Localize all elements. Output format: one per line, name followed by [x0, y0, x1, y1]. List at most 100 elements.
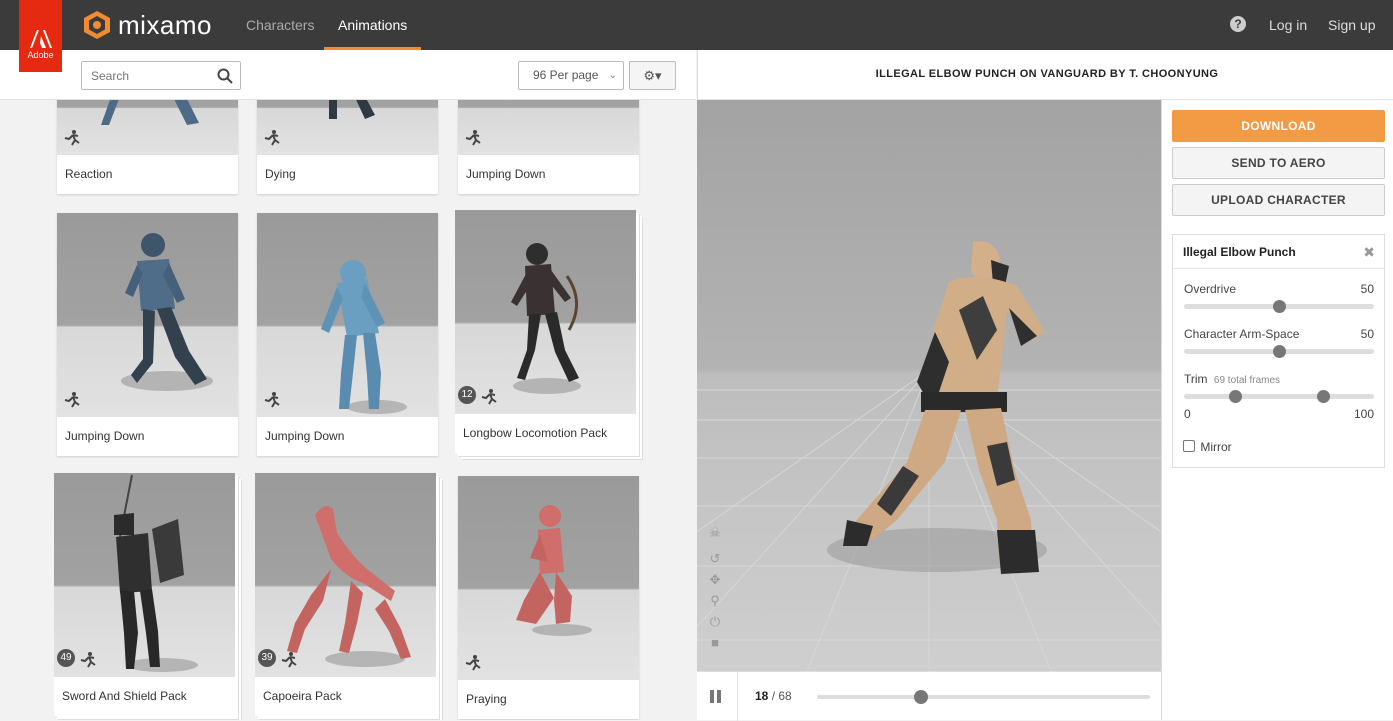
frame-counter: 18 / 68 — [755, 689, 792, 703]
mirror-checkbox[interactable] — [1183, 440, 1195, 452]
animation-pack-card[interactable]: 12 Longbow Locomotion Pack — [455, 210, 636, 453]
animation-card[interactable]: Jumping Down — [257, 213, 438, 456]
overdrive-row: Overdrive 50 — [1184, 282, 1374, 296]
top-bar: mixamo Characters Animations ? Log in Si… — [0, 0, 1393, 50]
download-button[interactable]: DOWNLOAD — [1172, 110, 1385, 142]
armspace-value: 50 — [1360, 327, 1374, 341]
settings-dropdown-button[interactable]: ⚙▾ — [629, 61, 676, 90]
preview-viewport[interactable]: ☠ ↺ ✥ ⚲ ⏻ ■ — [697, 100, 1161, 671]
pack-count-badge: 39 — [258, 649, 276, 667]
viewer-header: ILLEGAL ELBOW PUNCH ON VANGUARD BY T. CH… — [697, 50, 1393, 100]
animation-name: Jumping Down — [265, 429, 345, 443]
adobe-logo[interactable]: Adobe — [19, 0, 62, 72]
character-figure — [321, 260, 407, 414]
camera-icon[interactable]: ■ — [707, 635, 723, 651]
trim-end-handle[interactable] — [1316, 390, 1330, 403]
character-figure — [458, 100, 639, 155]
trim-slider[interactable] — [1184, 390, 1374, 403]
help-icon[interactable]: ? — [1230, 16, 1246, 32]
trim-high-label: 100 — [1353, 407, 1374, 421]
animation-name: Longbow Locomotion Pack — [463, 426, 608, 440]
brand-name: mixamo — [118, 9, 213, 40]
browse-toolbar: 96 Per page ⌄ ⚙▾ — [0, 50, 696, 100]
animation-grid: Reaction Dying Jumping Down Jumping Down… — [0, 100, 696, 720]
overdrive-slider-handle[interactable] — [1273, 300, 1286, 313]
animation-thumbnail — [57, 213, 238, 417]
divider — [737, 672, 738, 721]
search-icon[interactable] — [217, 68, 233, 84]
upload-character-button[interactable]: UPLOAD CHARACTER — [1172, 184, 1385, 216]
animation-thumbnail: 49 — [54, 473, 235, 677]
character-figure — [511, 243, 581, 394]
timeline-scrubber[interactable] — [913, 690, 928, 704]
search-input[interactable] — [82, 62, 212, 89]
close-icon[interactable]: ✖ — [1363, 244, 1375, 261]
running-figure-icon — [481, 389, 497, 405]
animation-pack-card[interactable]: 49 Sword And Shield Pack — [54, 473, 235, 716]
character-figure — [101, 100, 199, 125]
rotate-icon[interactable]: ↺ — [707, 551, 723, 567]
animation-name: Jumping Down — [65, 429, 145, 443]
animation-thumbnail: 39 — [255, 473, 436, 677]
current-frame: 18 — [755, 689, 769, 703]
pack-count-badge: 49 — [57, 649, 75, 667]
armspace-slider[interactable] — [1184, 345, 1374, 358]
signup-link[interactable]: Sign up — [1328, 17, 1375, 33]
animation-name: Praying — [466, 692, 507, 706]
per-page-select[interactable]: 96 Per page ⌄ — [518, 61, 624, 90]
trim-row: Trim 69 total frames — [1184, 372, 1374, 386]
animation-card[interactable]: Reaction — [57, 100, 238, 194]
character-figure — [516, 505, 592, 636]
timeline-track[interactable] — [817, 690, 1150, 704]
animation-name: Capoeira Pack — [263, 689, 342, 703]
animation-title: ILLEGAL ELBOW PUNCH ON VANGUARD BY T. CH… — [875, 68, 1219, 80]
overdrive-label: Overdrive — [1184, 282, 1237, 296]
animation-name: Jumping Down — [466, 167, 546, 181]
mixamo-hex-icon — [84, 11, 110, 39]
animation-card[interactable]: Jumping Down — [57, 213, 238, 456]
animation-name: Sword And Shield Pack — [62, 689, 187, 703]
login-link[interactable]: Log in — [1269, 17, 1307, 33]
animation-name: Dying — [265, 167, 296, 181]
animation-pack-card[interactable]: 39 Capoeira Pack — [255, 473, 436, 716]
running-figure-icon — [264, 392, 280, 408]
settings-title: Illegal Elbow Punch — [1173, 235, 1384, 269]
mirror-label: Mirror — [1200, 440, 1232, 454]
overdrive-value: 50 — [1360, 282, 1374, 296]
running-figure-icon — [465, 130, 481, 146]
animation-settings: Illegal Elbow Punch ✖ Overdrive 50 Chara… — [1172, 234, 1385, 468]
overdrive-slider[interactable] — [1184, 300, 1374, 313]
running-figure-icon — [264, 130, 280, 146]
running-figure-icon — [64, 392, 80, 408]
armspace-row: Character Arm-Space 50 — [1184, 327, 1374, 341]
mirror-option[interactable]: Mirror — [1183, 440, 1232, 454]
animation-card[interactable]: Praying — [458, 476, 639, 719]
running-figure-icon — [80, 652, 96, 668]
per-page-value: 96 Per page — [533, 68, 599, 82]
running-figure-icon — [281, 652, 297, 668]
zoom-icon[interactable]: ⚲ — [707, 593, 723, 609]
pack-count-badge: 12 — [458, 386, 476, 404]
animation-thumbnail — [458, 476, 639, 680]
animation-card[interactable]: Dying — [257, 100, 438, 194]
animation-card[interactable]: Jumping Down — [458, 100, 639, 194]
gear-icon: ⚙▾ — [643, 68, 662, 83]
skeleton-icon[interactable]: ☠ — [707, 525, 723, 541]
send-to-aero-button[interactable]: SEND TO AERO — [1172, 147, 1385, 179]
search-box[interactable] — [81, 61, 241, 90]
tab-animations[interactable]: Animations — [324, 0, 422, 50]
trim-range-labels: 0 100 — [1184, 407, 1374, 421]
trim-start-handle[interactable] — [1229, 390, 1243, 403]
pause-icon[interactable] — [710, 690, 722, 703]
animation-thumbnail — [257, 213, 438, 417]
reset-icon[interactable]: ⏻ — [707, 614, 723, 630]
running-figure-icon — [64, 130, 80, 146]
character-figure — [114, 474, 198, 672]
animation-thumbnail: 12 — [455, 210, 636, 414]
animation-name: Reaction — [65, 167, 113, 181]
pan-icon[interactable]: ✥ — [707, 572, 723, 588]
armspace-slider-handle[interactable] — [1273, 345, 1286, 358]
running-figure-icon — [465, 655, 481, 671]
mixamo-logo[interactable]: mixamo — [82, 8, 212, 42]
tab-characters[interactable]: Characters — [232, 0, 328, 50]
